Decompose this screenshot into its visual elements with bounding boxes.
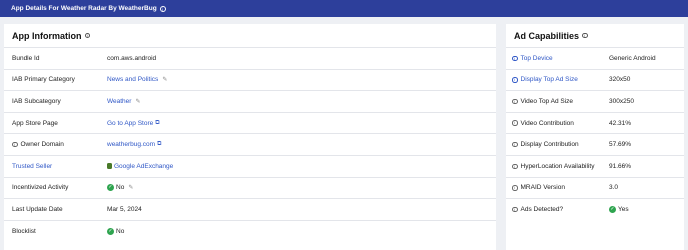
row-iab-primary-category: IAB Primary Category News and Politics ✎ bbox=[4, 68, 496, 91]
row-label: Video Contribution bbox=[520, 119, 574, 127]
row-label: Display Contribution bbox=[520, 141, 579, 149]
row-last-update-date: Last Update Date Mar 5, 2024 bbox=[4, 198, 496, 220]
owner-domain-link[interactable]: weatherbug.com bbox=[107, 141, 155, 148]
row-label: Blocklist bbox=[12, 227, 36, 235]
row-label: Video Top Ad Size bbox=[520, 97, 574, 105]
iab-primary-category-link[interactable]: News and Politics bbox=[107, 76, 158, 83]
row-label: Incentivized Activity bbox=[12, 184, 69, 192]
section-title: Ad Capabilities bbox=[514, 30, 580, 41]
row-incentivized-activity: Incentivized Activity ✓ No ✎ bbox=[4, 176, 496, 199]
check-icon: ✓ bbox=[107, 227, 114, 235]
row-value: No bbox=[116, 184, 125, 192]
row-ads-detected: i Ads Detected? ✓ Yes bbox=[506, 198, 684, 220]
app-information-panel: App Information i Bundle Id com.aws.andr… bbox=[4, 24, 496, 250]
row-mraid-version: i MRAID Version 3.0 bbox=[506, 176, 684, 199]
row-value: com.aws.android bbox=[107, 54, 157, 62]
info-icon[interactable]: i bbox=[582, 32, 588, 39]
row-label: MRAID Version bbox=[520, 184, 565, 192]
display-top-ad-size-link[interactable]: Display Top Ad Size bbox=[521, 76, 578, 83]
app-store-link[interactable]: Go to App Store bbox=[107, 120, 153, 127]
row-value: 300x250 bbox=[609, 97, 634, 105]
row-video-top-ad-size: i Video Top Ad Size 300x250 bbox=[506, 90, 684, 112]
trusted-seller-value[interactable]: Google AdExchange bbox=[114, 163, 173, 170]
row-iab-subcategory: IAB Subcategory Weather ✎ bbox=[4, 90, 496, 112]
info-icon[interactable]: i bbox=[512, 77, 518, 83]
row-trusted-seller: Trusted Seller Google AdExchange bbox=[4, 154, 496, 177]
info-icon[interactable]: i bbox=[512, 120, 518, 126]
pencil-icon[interactable]: ✎ bbox=[128, 184, 133, 191]
check-icon: ✓ bbox=[107, 184, 114, 192]
info-icon[interactable]: i bbox=[12, 141, 18, 148]
check-icon: ✓ bbox=[609, 205, 616, 213]
row-value: 3.0 bbox=[609, 184, 619, 192]
info-icon[interactable]: i bbox=[512, 163, 518, 170]
row-value: 57.69% bbox=[609, 141, 632, 149]
row-label: Last Update Date bbox=[12, 205, 63, 213]
ad-capabilities-title: Ad Capabilities i bbox=[506, 24, 684, 47]
row-label: HyperLocation Availability bbox=[520, 162, 595, 170]
section-title: App Information bbox=[12, 30, 82, 41]
iab-subcategory-link[interactable]: Weather bbox=[107, 98, 131, 105]
row-video-contribution: i Video Contribution 42.31% bbox=[506, 111, 684, 134]
info-icon[interactable]: i bbox=[512, 98, 518, 105]
row-value: 320x50 bbox=[609, 76, 631, 84]
info-icon[interactable]: i bbox=[159, 5, 166, 12]
row-value: Yes bbox=[618, 205, 629, 213]
row-value: 42.31% bbox=[609, 119, 632, 127]
row-top-device: i Top Device Generic Android bbox=[506, 47, 684, 69]
ad-capabilities-panel: Ad Capabilities i i Top Device Generic A… bbox=[506, 24, 684, 250]
info-icon[interactable]: i bbox=[512, 206, 518, 213]
row-hyperlocation-availability: i HyperLocation Availability 91.66% bbox=[506, 154, 684, 177]
row-label: IAB Primary Category bbox=[12, 76, 75, 84]
pencil-icon[interactable]: ✎ bbox=[162, 76, 167, 83]
external-link-icon[interactable]: ⧉ bbox=[157, 141, 161, 148]
row-owner-domain: i Owner Domain weatherbug.com ⧉ bbox=[4, 133, 496, 155]
external-link-icon[interactable]: ⧉ bbox=[155, 120, 159, 127]
row-display-top-ad-size: i Display Top Ad Size 320x50 bbox=[506, 68, 684, 91]
row-blocklist: Blocklist ✓ No bbox=[4, 219, 496, 242]
row-app-store-page: App Store Page Go to App Store ⧉ bbox=[4, 111, 496, 134]
info-icon[interactable]: i bbox=[512, 55, 518, 62]
trusted-seller-link[interactable]: Trusted Seller bbox=[4, 163, 107, 170]
info-icon[interactable]: i bbox=[84, 32, 90, 39]
row-label: App Store Page bbox=[12, 119, 58, 127]
row-value: Generic Android bbox=[609, 54, 656, 62]
row-value: 91.66% bbox=[609, 162, 632, 170]
row-display-contribution: i Display Contribution 57.69% bbox=[506, 133, 684, 155]
row-value: Mar 5, 2024 bbox=[107, 205, 142, 213]
seller-badge-icon bbox=[107, 163, 112, 170]
page-header: App Details For Weather Radar By Weather… bbox=[0, 0, 688, 17]
top-device-link[interactable]: Top Device bbox=[521, 55, 553, 62]
row-label: IAB Subcategory bbox=[12, 97, 61, 105]
pencil-icon[interactable]: ✎ bbox=[135, 98, 140, 105]
app-information-title: App Information i bbox=[4, 24, 496, 47]
info-icon[interactable]: i bbox=[512, 141, 518, 148]
row-label: Owner Domain bbox=[20, 141, 64, 149]
row-label: Ads Detected? bbox=[520, 205, 564, 213]
page-title: App Details For Weather Radar By Weather… bbox=[11, 5, 157, 12]
row-bundle-id: Bundle Id com.aws.android bbox=[4, 47, 496, 69]
row-label: Bundle Id bbox=[12, 54, 40, 62]
row-value: No bbox=[116, 227, 125, 235]
info-icon[interactable]: i bbox=[512, 185, 518, 191]
